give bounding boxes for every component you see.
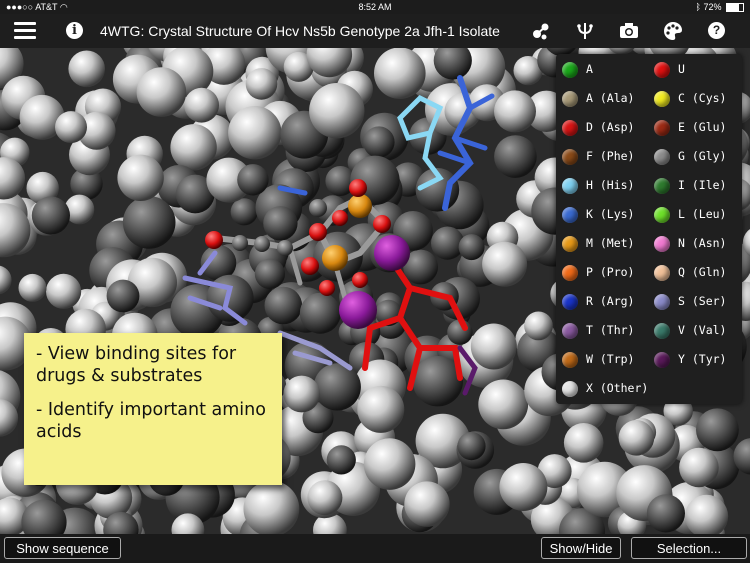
note-line-amino-acids: - Identify important amino acids [36,400,266,442]
show-hide-button[interactable]: Show/Hide [541,537,621,559]
legend-label: V (Val) [678,323,727,337]
color-swatch [654,351,670,368]
battery-icon [726,3,744,13]
legend-item: L (Leu) [654,205,726,223]
color-swatch [562,264,578,281]
color-swatch [562,90,578,107]
color-palette-icon[interactable] [662,20,684,42]
legend-label: I (Ile) [678,178,727,192]
legend-label: A (Ala) [586,91,635,105]
feature-sticky-note: - View binding sites for drugs & substra… [24,333,282,485]
legend-item: G (Gly) [654,147,726,165]
legend-label: F (Phe) [586,149,635,163]
status-time: 8:52 AM [358,2,392,12]
legend-item: H (His) [562,176,634,194]
legend-item: P (Pro) [562,263,634,281]
residue-color-legend: A U A (Ala) C (Cys) D (Asp) E (Glu) F (Phe) G (… [556,54,742,404]
legend-item: K (Lys) [562,205,634,223]
bluetooth-icon: ᛒ [695,2,701,12]
legend-item: W (Trp) [562,350,634,368]
note-line-binding-sites: - View binding sites for drugs & substra… [36,344,237,386]
legend-label: R (Arg) [586,294,635,308]
legend-item: X (Other) [562,379,648,397]
color-swatch [654,322,670,339]
legend-label: H (His) [586,178,635,192]
legend-label: Y (Tyr) [678,352,727,366]
color-swatch [654,264,670,281]
color-swatch [562,235,578,252]
status-bar: ●●●○○ AT&T ◠ 8:52 AM ᛒ 72% [0,0,750,14]
selection-button[interactable]: Selection... [631,537,747,559]
color-swatch [562,293,578,310]
color-swatch [562,119,578,136]
legend-label: T (Thr) [586,323,635,337]
color-swatch [562,380,578,397]
show-sequence-button[interactable]: Show sequence [4,537,121,559]
legend-item: C (Cys) [654,89,726,107]
legend-item: Y (Tyr) [654,350,726,368]
legend-item: N (Asn) [654,234,726,252]
legend-label: Q (Gln) [678,265,727,279]
color-swatch [654,206,670,223]
color-swatch [654,235,670,252]
color-swatch [654,148,670,165]
menu-icon[interactable] [14,22,36,40]
legend-item: E (Glu) [654,118,726,136]
legend-label: A [586,62,593,76]
legend-label: P (Pro) [586,265,635,279]
info-icon[interactable]: i [66,22,83,39]
camera-icon[interactable] [618,20,640,42]
legend-label: W (Trp) [586,352,635,366]
legend-item: S (Ser) [654,292,726,310]
legend-label: D (Asp) [586,120,635,134]
legend-label: L (Leu) [678,207,727,221]
battery-status: ᛒ 72% [695,2,744,13]
color-swatch [562,206,578,223]
legend-item: Q (Gln) [654,263,726,281]
legend-label: N (Asn) [678,236,727,250]
color-swatch [562,322,578,339]
legend-label: X (Other) [586,381,649,395]
help-icon[interactable]: ? [708,22,725,39]
color-swatch [654,177,670,194]
molecule-viewer[interactable]: - View binding sites for drugs & substra… [0,48,750,534]
legend-item: V (Val) [654,321,726,339]
bottom-toolbar: Show sequence Show/Hide Selection... [0,534,750,563]
legend-item: M (Met) [562,234,634,252]
legend-item: T (Thr) [562,321,634,339]
legend-item: A [562,60,593,78]
legend-item: R (Arg) [562,292,634,310]
legend-label: K (Lys) [586,207,635,221]
color-swatch [562,148,578,165]
color-swatch [654,293,670,310]
color-swatch [654,119,670,136]
top-toolbar: i 4WTG: Crystal Structure Of Hcv Ns5b Ge… [0,14,750,48]
legend-label: E (Glu) [678,120,727,134]
legend-label: C (Cys) [678,91,727,105]
legend-label: U [678,62,685,76]
legend-item: U [654,60,685,78]
color-swatch [562,177,578,194]
legend-item: D (Asp) [562,118,634,136]
color-swatch [562,61,578,78]
legend-item: I (Ile) [654,176,726,194]
legend-label: M (Met) [586,236,635,250]
color-swatch [654,61,670,78]
molecule-style-icon[interactable] [530,20,552,42]
legend-label: S (Ser) [678,294,727,308]
color-swatch [562,351,578,368]
structure-title: 4WTG: Crystal Structure Of Hcv Ns5b Geno… [100,23,500,39]
measure-icon[interactable] [574,20,596,42]
legend-item: F (Phe) [562,147,634,165]
legend-label: G (Gly) [678,149,727,163]
color-swatch [654,90,670,107]
legend-item: A (Ala) [562,89,634,107]
